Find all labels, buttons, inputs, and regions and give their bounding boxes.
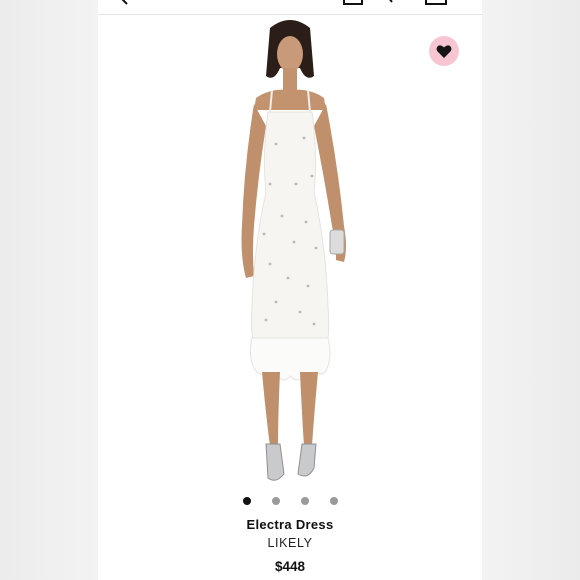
- search-icon[interactable]: [380, 0, 396, 6]
- left-shoe: [265, 443, 285, 481]
- pagination-dot-2[interactable]: [271, 497, 280, 505]
- model-shoulders: [254, 89, 326, 110]
- product-brand[interactable]: LIKELY: [98, 536, 482, 550]
- product-image[interactable]: [210, 16, 370, 488]
- image-pagination: [98, 497, 482, 507]
- pagination-dot-3[interactable]: [300, 497, 309, 505]
- clutch-bag: [329, 229, 345, 255]
- model-left-leg: [262, 372, 280, 446]
- back-arrow-icon[interactable]: [118, 0, 132, 6]
- pagination-dot-4[interactable]: [329, 497, 338, 505]
- product-price: $448: [274, 559, 306, 574]
- product-name[interactable]: Electra Dress: [98, 517, 482, 532]
- model-right-leg: [300, 372, 318, 446]
- right-shoe: [297, 443, 317, 477]
- dress-body: [251, 111, 330, 351]
- favorite-button[interactable]: [429, 36, 459, 66]
- model-face: [277, 36, 303, 72]
- heart-icon: [436, 44, 452, 58]
- top-navigation-bar: [98, 0, 482, 15]
- background-right: [482, 0, 580, 580]
- shopping-bag-icon[interactable]: [424, 0, 448, 6]
- product-page: Electra Dress LIKELY $448: [98, 0, 482, 580]
- model-neck: [283, 68, 297, 92]
- pagination-dot-1[interactable]: [242, 497, 251, 505]
- account-icon[interactable]: [342, 0, 364, 6]
- background-left: [0, 0, 98, 580]
